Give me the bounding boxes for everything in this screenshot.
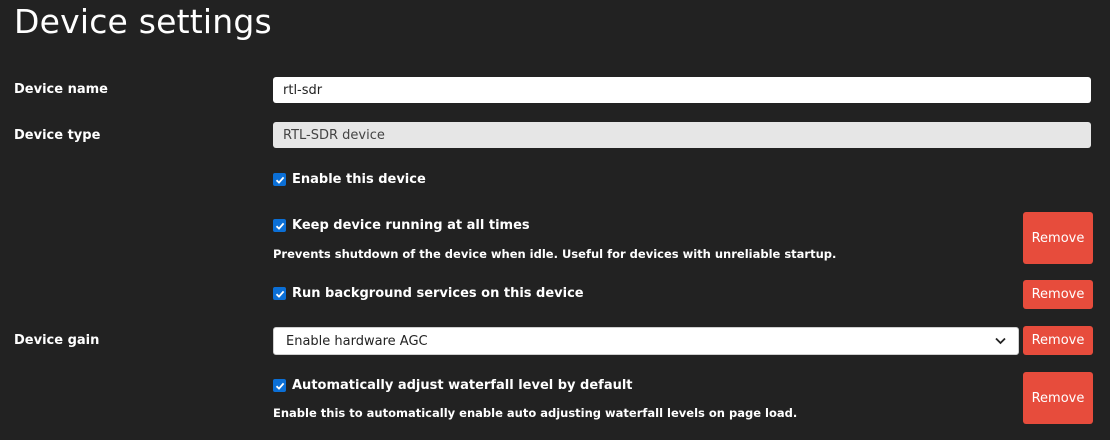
keep-running-row: Keep device running at all times: [273, 218, 530, 233]
checkmark-icon: [275, 382, 284, 390]
remove-keep-running-button[interactable]: Remove: [1023, 212, 1093, 264]
device-gain-select[interactable]: Enable hardware AGC: [273, 327, 1019, 355]
remove-device-gain-button[interactable]: Remove: [1023, 326, 1093, 355]
device-name-label: Device name: [14, 82, 108, 97]
device-name-input[interactable]: [273, 77, 1091, 103]
auto-waterfall-help: Enable this to automatically enable auto…: [273, 406, 798, 420]
keep-running-help: Prevents shutdown of the device when idl…: [273, 247, 837, 261]
device-gain-selected: Enable hardware AGC: [286, 333, 428, 349]
enable-device-row: Enable this device: [273, 172, 426, 187]
enable-device-label: Enable this device: [292, 172, 426, 187]
device-type-field: [273, 122, 1091, 148]
device-type-label: Device type: [14, 128, 101, 143]
background-services-checkbox[interactable]: [273, 287, 286, 300]
keep-running-checkbox[interactable]: [273, 219, 286, 232]
device-settings-page: Device settings Device name Device type …: [0, 0, 1110, 440]
background-services-row: Run background services on this device: [273, 286, 584, 301]
auto-waterfall-checkbox[interactable]: [273, 379, 286, 392]
keep-running-label: Keep device running at all times: [292, 218, 530, 233]
background-services-label: Run background services on this device: [292, 286, 584, 301]
device-gain-label: Device gain: [14, 333, 100, 348]
chevron-down-icon: [994, 335, 1006, 347]
remove-background-services-button[interactable]: Remove: [1023, 280, 1093, 309]
checkmark-icon: [275, 176, 284, 184]
checkmark-icon: [275, 290, 284, 298]
checkmark-icon: [275, 222, 284, 230]
remove-auto-waterfall-button[interactable]: Remove: [1023, 372, 1093, 424]
page-title: Device settings: [14, 2, 272, 41]
enable-device-checkbox[interactable]: [273, 173, 286, 186]
auto-waterfall-label: Automatically adjust waterfall level by …: [292, 378, 633, 393]
auto-waterfall-row: Automatically adjust waterfall level by …: [273, 378, 633, 393]
